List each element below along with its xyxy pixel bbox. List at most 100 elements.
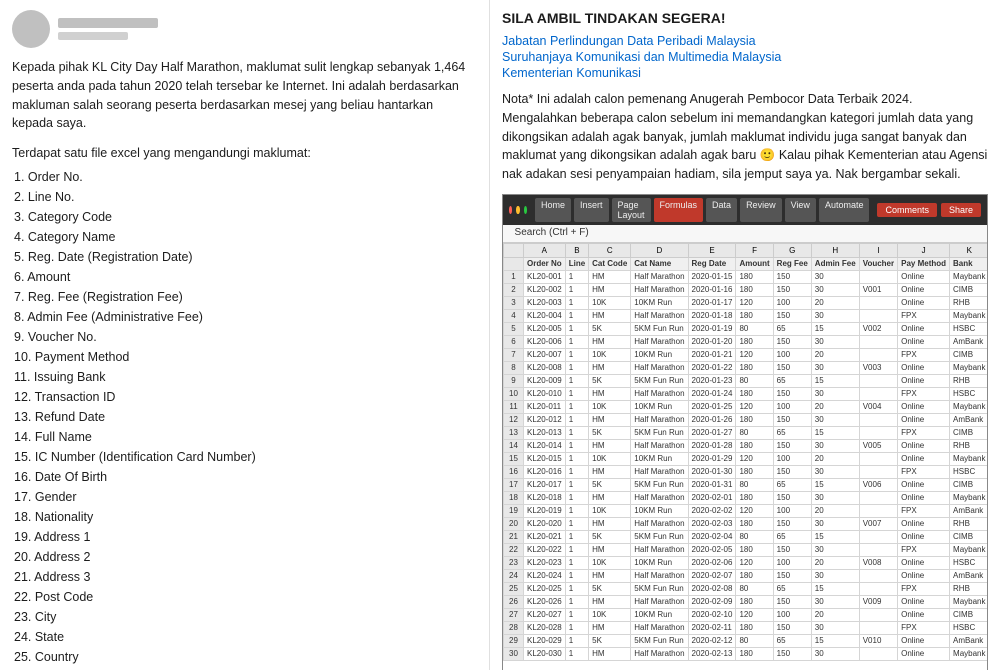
cell[interactable]: 2020-01-22 [688, 361, 736, 374]
cell[interactable]: 15 [811, 374, 859, 387]
cell[interactable] [859, 491, 897, 504]
col-g[interactable]: G [773, 243, 811, 257]
cell[interactable]: 150 [773, 335, 811, 348]
cell[interactable]: 30 [811, 361, 859, 374]
cell[interactable]: 1 [565, 400, 588, 413]
cell[interactable]: KL20-005 [524, 322, 566, 335]
cell[interactable]: KL20-016 [524, 465, 566, 478]
cell[interactable]: 180 [736, 413, 773, 426]
cell[interactable] [859, 647, 897, 660]
cell[interactable]: 2020-01-19 [688, 322, 736, 335]
cell[interactable]: Bank [950, 257, 987, 270]
cell[interactable] [859, 426, 897, 439]
cell[interactable]: 180 [736, 543, 773, 556]
cell[interactable]: RHB [950, 439, 987, 452]
cell[interactable]: 5K [589, 478, 631, 491]
cell[interactable]: 1 [565, 296, 588, 309]
cell[interactable]: 1 [565, 270, 588, 283]
cell[interactable]: 80 [736, 582, 773, 595]
cell[interactable]: 10K [589, 504, 631, 517]
cell[interactable]: 65 [773, 530, 811, 543]
cell[interactable]: AmBank [950, 413, 987, 426]
cell[interactable]: 1 [565, 595, 588, 608]
external-link[interactable]: Suruhanjaya Komunikasi dan Multimedia Ma… [502, 50, 988, 64]
cell[interactable]: CIMB [950, 530, 987, 543]
cell[interactable]: HM [589, 335, 631, 348]
cell[interactable]: HM [589, 413, 631, 426]
cell[interactable]: 5K [589, 426, 631, 439]
cell[interactable]: 5KM Fun Run [631, 374, 688, 387]
cell[interactable]: HM [589, 517, 631, 530]
cell[interactable]: 30 [811, 543, 859, 556]
cell[interactable]: KL20-001 [524, 270, 566, 283]
cell[interactable]: AmBank [950, 634, 987, 647]
cell[interactable]: 180 [736, 647, 773, 660]
cell[interactable]: RHB [950, 517, 987, 530]
cell[interactable]: 5K [589, 374, 631, 387]
col-e[interactable]: E [688, 243, 736, 257]
toolbar-tab-data[interactable]: Data [706, 198, 737, 222]
cell[interactable]: FPX [898, 621, 950, 634]
cell[interactable]: KL20-023 [524, 556, 566, 569]
cell[interactable]: HSBC [950, 556, 987, 569]
cell[interactable]: 120 [736, 452, 773, 465]
cell[interactable]: 2020-02-03 [688, 517, 736, 530]
col-j[interactable]: J [898, 243, 950, 257]
cell[interactable]: Online [898, 335, 950, 348]
cell[interactable]: 150 [773, 517, 811, 530]
cell[interactable]: 30 [811, 465, 859, 478]
cell[interactable]: KL20-006 [524, 335, 566, 348]
cell[interactable]: 80 [736, 530, 773, 543]
cell[interactable]: CIMB [950, 348, 987, 361]
cell[interactable] [859, 465, 897, 478]
cell[interactable]: 10K [589, 348, 631, 361]
cell[interactable]: 180 [736, 361, 773, 374]
cell[interactable]: Online [898, 647, 950, 660]
cell[interactable]: 1 [565, 374, 588, 387]
cell[interactable]: AmBank [950, 504, 987, 517]
cell[interactable]: FPX [898, 348, 950, 361]
cell[interactable]: 1 [565, 426, 588, 439]
cell[interactable] [859, 296, 897, 309]
cell[interactable]: AmBank [950, 569, 987, 582]
cell[interactable]: KL20-026 [524, 595, 566, 608]
cell[interactable]: HM [589, 439, 631, 452]
cell[interactable]: Half Marathon [631, 335, 688, 348]
cell[interactable]: Half Marathon [631, 361, 688, 374]
external-link[interactable]: Kementerian Komunikasi [502, 66, 988, 80]
cell[interactable]: 20 [811, 504, 859, 517]
cell[interactable]: 1 [565, 647, 588, 660]
cell[interactable]: 1 [565, 569, 588, 582]
cell[interactable]: HM [589, 270, 631, 283]
cell[interactable]: V001 [859, 283, 897, 296]
cell[interactable]: 150 [773, 439, 811, 452]
cell[interactable]: 2020-01-26 [688, 413, 736, 426]
cell[interactable]: 30 [811, 270, 859, 283]
cell[interactable]: 65 [773, 634, 811, 647]
cell[interactable]: 120 [736, 504, 773, 517]
cell[interactable]: 5KM Fun Run [631, 426, 688, 439]
cell[interactable]: Online [898, 439, 950, 452]
cell[interactable]: 30 [811, 569, 859, 582]
cell[interactable]: 150 [773, 270, 811, 283]
cell[interactable]: HM [589, 387, 631, 400]
cell[interactable]: 120 [736, 348, 773, 361]
cell[interactable]: 10K [589, 556, 631, 569]
cell[interactable]: 1 [565, 452, 588, 465]
cell[interactable]: KL20-003 [524, 296, 566, 309]
col-a[interactable]: A [524, 243, 566, 257]
cell[interactable] [859, 608, 897, 621]
cell[interactable]: Half Marathon [631, 491, 688, 504]
cell[interactable]: 1 [565, 335, 588, 348]
cell[interactable]: 2020-02-01 [688, 491, 736, 504]
cell[interactable]: 15 [811, 322, 859, 335]
cell[interactable]: 180 [736, 621, 773, 634]
cell[interactable]: RHB [950, 582, 987, 595]
cell[interactable]: 1 [565, 478, 588, 491]
cell[interactable]: Half Marathon [631, 517, 688, 530]
cell[interactable]: 20 [811, 452, 859, 465]
cell[interactable]: Reg Fee [773, 257, 811, 270]
cell[interactable]: 1 [565, 621, 588, 634]
cell[interactable]: 2020-02-07 [688, 569, 736, 582]
toolbar-tab-review[interactable]: Review [740, 198, 782, 222]
